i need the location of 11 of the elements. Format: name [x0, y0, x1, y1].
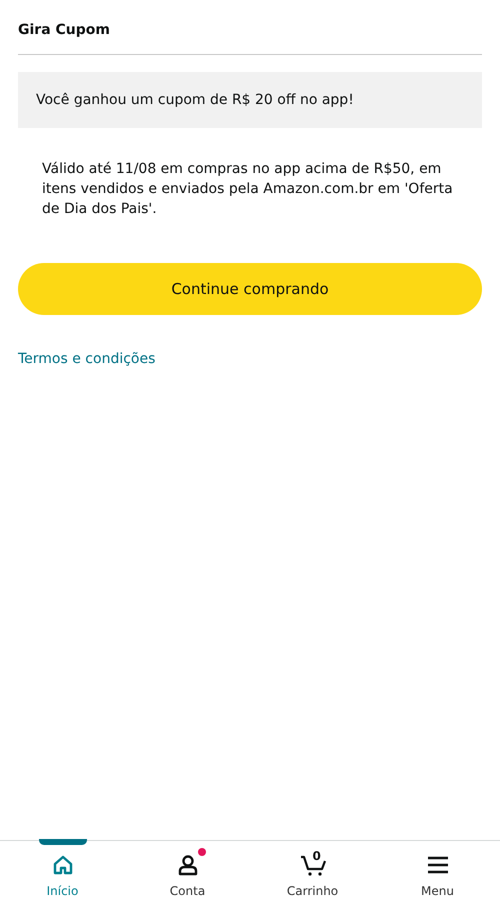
- cart-count: 0: [312, 849, 321, 863]
- nav-tab[interactable]: Menu: [375, 841, 500, 907]
- nav-tab[interactable]: 0 Carrinho: [250, 841, 375, 907]
- continue-button[interactable]: Continue comprando: [18, 263, 482, 315]
- active-indicator: [38, 839, 86, 845]
- page-title: Gira Cupom: [18, 0, 482, 55]
- nav-tab[interactable]: Início: [0, 841, 125, 907]
- coupon-banner: Você ganhou um cupom de R$ 20 off no app!: [18, 72, 482, 128]
- nav-tab[interactable]: Conta: [125, 841, 250, 907]
- terms-link[interactable]: Termos e condições: [18, 351, 156, 367]
- coupon-description: Válido até 11/08 em compras no app acima de R$50, em itens vendidos e enviados pela Amazon.com.br em 'Oferta de Dia dos Pais'.: [42, 160, 454, 219]
